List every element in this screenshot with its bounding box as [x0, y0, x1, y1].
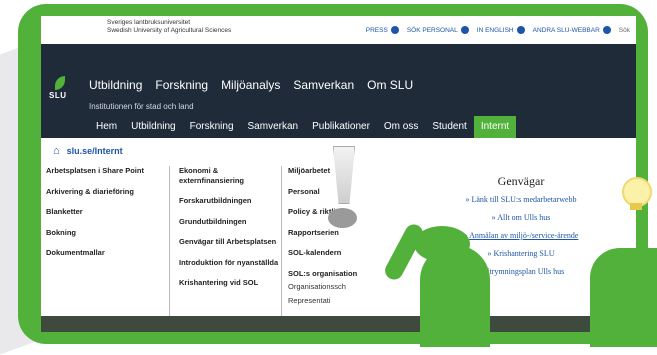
photo-strip [41, 316, 636, 332]
breadcrumb[interactable]: ⌂ slu.se/Internt [53, 145, 123, 157]
menu-column-2: Ekonomi & externfinansiering Forskarutbi… [169, 166, 283, 316]
main-navigation: SLU Utbildning Forskning Miljöanalys Sam… [41, 44, 636, 138]
nav-item-om-slu[interactable]: Om SLU [367, 78, 413, 92]
utility-bar: Sveriges lantbruksuniversitet Swedish Un… [41, 16, 636, 45]
home-icon: ⌂ [53, 145, 60, 157]
university-name-en: Swedish University of Agricultural Scien… [107, 27, 232, 34]
submenu-item[interactable]: Organisationssch [288, 282, 392, 292]
subnav-item-internt[interactable]: Internt [473, 116, 517, 138]
search-input[interactable]: Sök [619, 27, 630, 34]
menu-item[interactable]: Forskarutbildningen [179, 196, 283, 206]
subnav-item-publikationer[interactable]: Publikationer [305, 116, 377, 138]
in-english-link[interactable]: IN ENGLISH [477, 26, 525, 34]
university-name: Sveriges lantbruksuniversitet Swedish Un… [107, 19, 231, 35]
nav-item-samverkan[interactable]: Samverkan [293, 78, 354, 92]
subnav-item-om-oss[interactable]: Om oss [377, 116, 425, 138]
subnav-item-utbildning[interactable]: Utbildning [124, 116, 182, 138]
subnav-item-student[interactable]: Student [425, 116, 473, 138]
university-name-sv: Sveriges lantbruksuniversitet [107, 19, 191, 26]
globe-icon [516, 26, 525, 34]
slu-logo[interactable]: SLU [49, 76, 71, 104]
menu-item[interactable]: Grundutbildningen [179, 217, 283, 227]
menu-item[interactable]: Blanketter [46, 207, 146, 217]
menu-column-3: Miljöarbetet Personal Policy & riktlinje… [281, 166, 392, 316]
menu-item[interactable]: SOL-kalendern [288, 248, 392, 258]
logo-text: SLU [49, 91, 67, 100]
menu-item[interactable]: Ekonomi & externfinansiering [179, 166, 283, 185]
shortcuts-title: Genvägar [497, 174, 545, 188]
breadcrumb-label: slu.se/Internt [66, 146, 123, 156]
nav-item-utbildning[interactable]: Utbildning [89, 78, 142, 92]
figure-body [420, 245, 490, 347]
shortcut-link[interactable]: » Allt om Ulls hus [416, 213, 626, 222]
menu-column-1: Arbetsplatsen i Share Point Arkivering &… [46, 166, 146, 269]
department-subtitle: Institutionen för stad och land [89, 102, 194, 111]
sok-personal-link[interactable]: SÖK PERSONAL [407, 26, 469, 34]
top-nav: Utbildning Forskning Miljöanalys Samverk… [89, 78, 413, 92]
share-icon [602, 26, 611, 34]
department-nav: Hem Utbildning Forskning Samverkan Publi… [89, 116, 517, 138]
menu-item[interactable]: Rapportserien [288, 228, 392, 238]
menu-item[interactable]: Krishantering vid SOL [179, 278, 283, 288]
menu-item[interactable]: Arbetsplatsen i Share Point [46, 166, 146, 176]
nav-item-miljoanalys[interactable]: Miljöanalys [221, 78, 280, 92]
menu-item[interactable]: SOL:s organisation [288, 269, 392, 279]
subnav-item-hem[interactable]: Hem [89, 116, 124, 138]
utility-links: PRESS SÖK PERSONAL IN ENGLISH ANDRA SLU-… [366, 26, 630, 34]
leaf-icon [55, 76, 65, 90]
press-link[interactable]: PRESS [366, 26, 399, 34]
lightbulb-base-icon [630, 203, 642, 210]
shortcut-link[interactable]: » Länk till SLU:s medarbetarwebb [416, 195, 626, 204]
nav-item-forskning[interactable]: Forskning [155, 78, 208, 92]
subnav-item-forskning[interactable]: Forskning [183, 116, 241, 138]
exclamation-dot-icon [328, 208, 357, 228]
menu-item[interactable]: Genvägar till Arbetsplatsen [179, 237, 283, 247]
figure-right [590, 248, 657, 347]
andra-webbar-label: ANDRA SLU-WEBBAR [532, 26, 600, 34]
people-icon [460, 26, 469, 34]
submenu-item[interactable]: Representati [288, 296, 392, 306]
menu-item[interactable]: Bokning [46, 228, 146, 238]
in-english-label: IN ENGLISH [476, 26, 514, 34]
menu-item[interactable]: Arkivering & diarieföring [46, 187, 146, 197]
press-label: PRESS [365, 26, 388, 34]
menu-item[interactable]: Introduktion för nyanställda [179, 258, 283, 268]
eye-icon [390, 26, 399, 34]
andra-webbar-link[interactable]: ANDRA SLU-WEBBAR [533, 26, 611, 34]
sok-personal-label: SÖK PERSONAL [406, 26, 458, 34]
menu-item[interactable]: Dokumentmallar [46, 248, 146, 258]
subnav-item-samverkan[interactable]: Samverkan [241, 116, 306, 138]
